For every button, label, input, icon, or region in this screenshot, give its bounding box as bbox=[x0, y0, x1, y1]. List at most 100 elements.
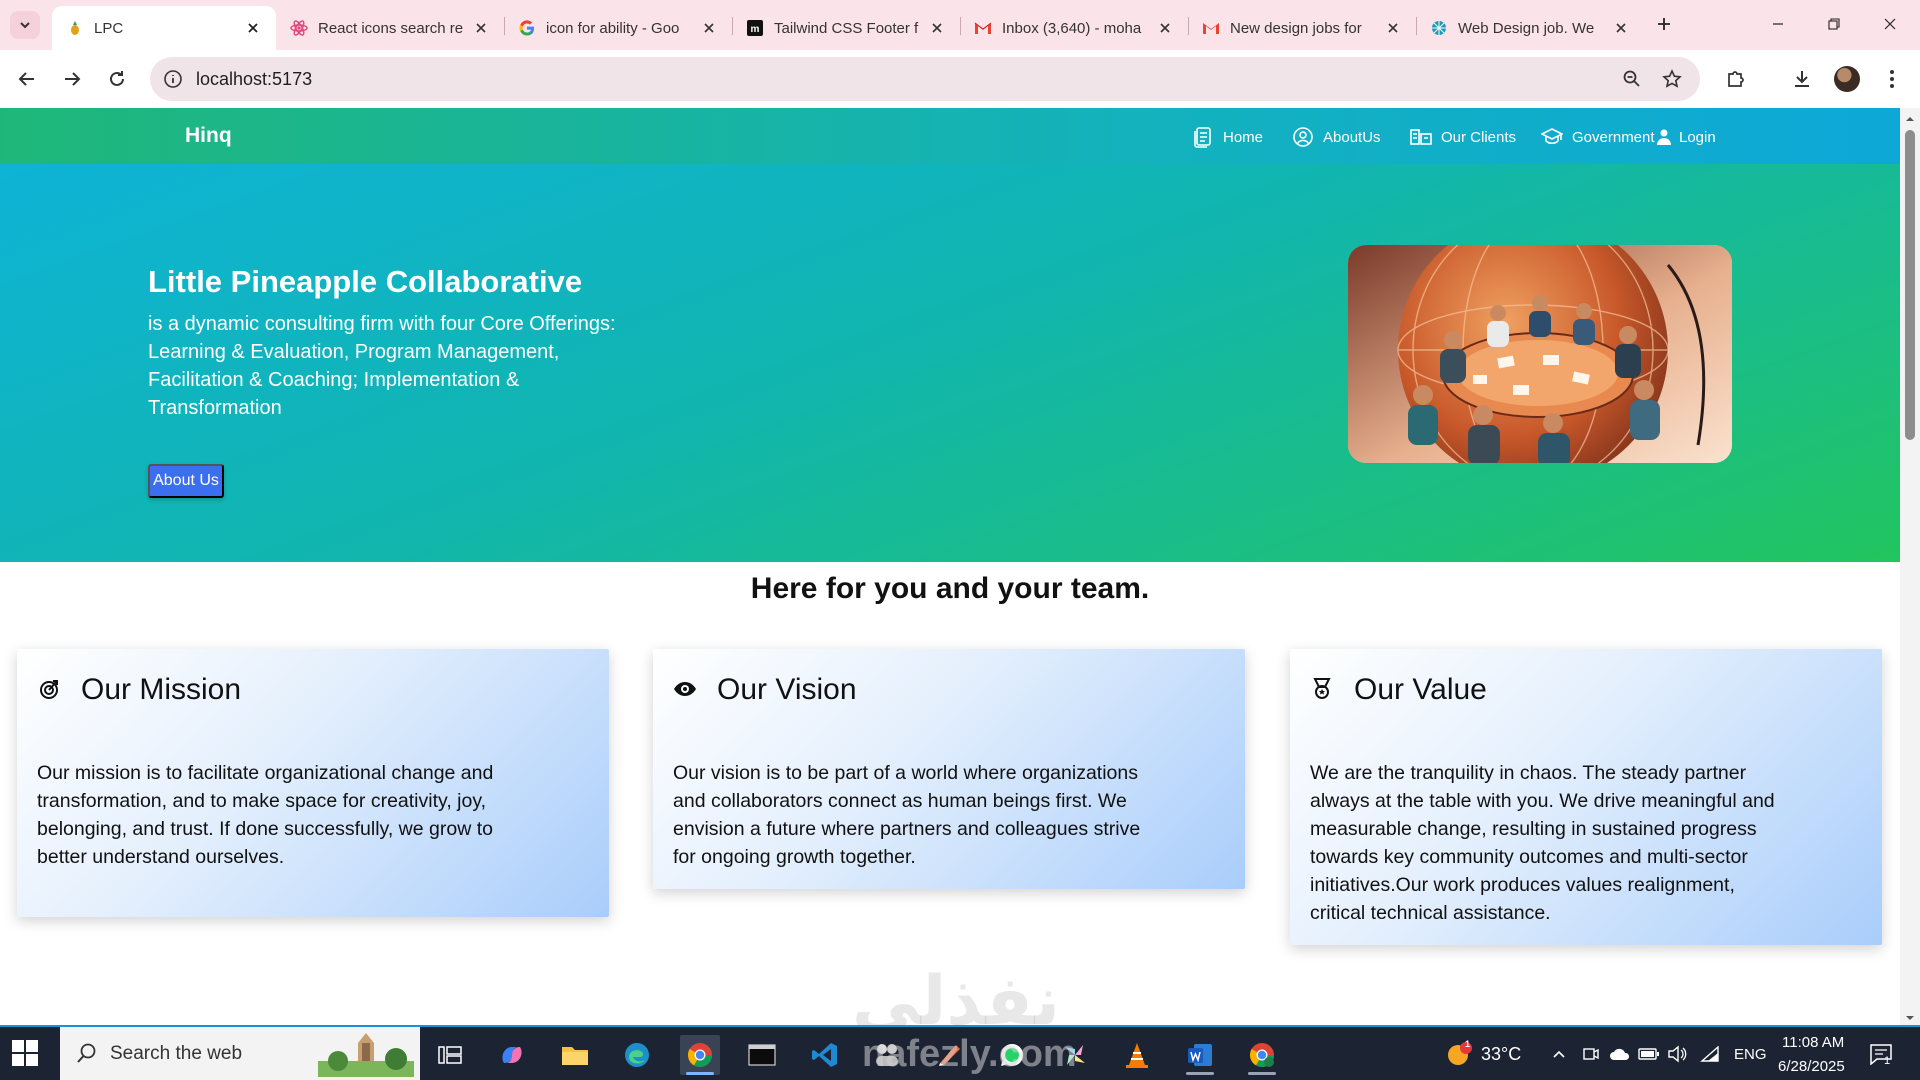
start-button[interactable] bbox=[12, 1040, 38, 1066]
vscode-app[interactable] bbox=[805, 1035, 845, 1075]
profile-button[interactable] bbox=[1831, 63, 1863, 95]
forward-button[interactable] bbox=[56, 63, 88, 95]
copilot-app[interactable] bbox=[492, 1035, 532, 1075]
zoom-icon[interactable] bbox=[1620, 67, 1644, 91]
minimize-button[interactable] bbox=[1756, 8, 1800, 40]
clock-time[interactable]: 11:08 AM bbox=[1782, 1034, 1844, 1051]
eye-icon bbox=[673, 677, 697, 701]
site-info-icon[interactable] bbox=[162, 68, 184, 90]
traffic-cone-icon bbox=[1126, 1043, 1148, 1068]
close-tab-icon[interactable] bbox=[928, 19, 946, 37]
chrome-profile-app[interactable] bbox=[1242, 1035, 1282, 1075]
graduation-cap-icon bbox=[1541, 126, 1563, 148]
arrow-right-icon bbox=[65, 72, 81, 86]
bookmark-star-icon[interactable] bbox=[1660, 67, 1684, 91]
back-button[interactable] bbox=[11, 63, 43, 95]
temperature[interactable]: 33°C bbox=[1481, 1044, 1521, 1065]
card-body: We are the tranquility in chaos. The ste… bbox=[1310, 762, 1775, 924]
address-bar[interactable]: localhost:5173 bbox=[150, 57, 1700, 101]
brand-logo[interactable]: Hinq bbox=[185, 124, 232, 148]
reload-icon bbox=[110, 71, 124, 86]
tab-tailwind-footer[interactable]: m Tailwind CSS Footer f bbox=[732, 6, 960, 50]
target-icon bbox=[37, 677, 61, 701]
scrollbar-thumb[interactable] bbox=[1905, 130, 1915, 440]
taskbar-search[interactable]: Search the web bbox=[60, 1027, 420, 1080]
word-app[interactable] bbox=[1180, 1035, 1220, 1075]
puzzle-icon bbox=[1728, 71, 1744, 87]
minimize-icon bbox=[1773, 23, 1783, 25]
page-scrollbar[interactable] bbox=[1900, 108, 1920, 1025]
gmail-favicon-icon bbox=[974, 19, 992, 37]
new-tab-button[interactable] bbox=[1652, 12, 1676, 36]
file-explorer-app[interactable] bbox=[555, 1035, 595, 1075]
downloads-button[interactable] bbox=[1786, 63, 1818, 95]
about-us-button[interactable]: About Us bbox=[148, 464, 224, 498]
card-title: Our Vision bbox=[717, 673, 857, 706]
scroll-down-icon[interactable] bbox=[1905, 1013, 1915, 1023]
chevron-up-icon bbox=[1553, 1050, 1565, 1058]
tab-lpc[interactable]: LPC bbox=[52, 6, 276, 50]
card-title: Our Mission bbox=[81, 673, 242, 706]
chrome-app[interactable] bbox=[680, 1035, 720, 1075]
user-circle-icon bbox=[1292, 126, 1314, 148]
tab-gmail-design-jobs[interactable]: New design jobs for bbox=[1188, 6, 1416, 50]
clients-icon bbox=[1410, 126, 1432, 148]
windows-logo-icon bbox=[12, 1040, 38, 1066]
document-icon bbox=[1192, 126, 1214, 148]
tab-web-design-job[interactable]: Web Design job. We bbox=[1416, 6, 1644, 50]
medium-favicon-icon: m bbox=[746, 19, 764, 37]
search-placeholder: Search the web bbox=[110, 1043, 243, 1064]
card-body: Our mission is to facilitate organizatio… bbox=[37, 762, 494, 868]
terminal-app[interactable] bbox=[742, 1035, 782, 1075]
nav-label: Login bbox=[1679, 128, 1716, 146]
language-indicator[interactable]: ENG bbox=[1734, 1046, 1767, 1063]
nav-item-home[interactable]: Home bbox=[1192, 125, 1263, 149]
hero-section: Little Pineapple Collaborative is a dyna… bbox=[0, 164, 1900, 562]
task-view-button[interactable] bbox=[430, 1035, 470, 1075]
tab-gmail-inbox[interactable]: Inbox (3,640) - moha bbox=[960, 6, 1188, 50]
nav-item-login[interactable]: Login bbox=[1656, 125, 1716, 149]
tab-title: icon for ability - Goo bbox=[546, 19, 680, 37]
clock-date[interactable]: 6/28/2025 bbox=[1778, 1058, 1845, 1075]
vlc-app[interactable] bbox=[1117, 1035, 1157, 1075]
close-window-button[interactable] bbox=[1868, 8, 1912, 40]
reload-button[interactable] bbox=[101, 63, 133, 95]
nav-label: Government bbox=[1572, 128, 1655, 146]
wifi-icon[interactable] bbox=[1699, 1043, 1721, 1065]
onedrive-cloud-icon[interactable] bbox=[1609, 1043, 1631, 1065]
site-navbar: Hinq Home AboutUs Our Clients Government bbox=[0, 108, 1900, 164]
search-icon bbox=[77, 1043, 96, 1063]
hero-subtitle: is a dynamic consulting firm with four C… bbox=[148, 313, 616, 419]
nav-item-our-clients[interactable]: Our Clients bbox=[1410, 125, 1516, 149]
react-icons-favicon-icon bbox=[290, 19, 308, 37]
restore-button[interactable] bbox=[1812, 8, 1856, 40]
close-tab-icon[interactable] bbox=[1612, 19, 1630, 37]
close-tab-icon[interactable] bbox=[1384, 19, 1402, 37]
browser-menu-button[interactable] bbox=[1876, 63, 1908, 95]
scroll-up-icon[interactable] bbox=[1905, 114, 1915, 124]
edge-icon bbox=[625, 1043, 649, 1067]
nav-item-government[interactable]: Government bbox=[1541, 125, 1655, 149]
tab-title: Inbox (3,640) - moha bbox=[1002, 19, 1142, 37]
vision-card: Our Vision Our vision is to be part of a… bbox=[653, 649, 1245, 889]
medal-icon bbox=[1310, 677, 1334, 701]
show-hidden-icons[interactable] bbox=[1548, 1043, 1570, 1065]
tab-search-button[interactable] bbox=[10, 11, 40, 39]
edge-app[interactable] bbox=[617, 1035, 657, 1075]
avatar bbox=[1834, 66, 1860, 92]
close-tab-icon[interactable] bbox=[472, 19, 490, 37]
meet-now-icon[interactable] bbox=[1580, 1043, 1602, 1065]
close-tab-icon[interactable] bbox=[700, 19, 718, 37]
volume-icon[interactable] bbox=[1666, 1043, 1688, 1065]
tab-google-search[interactable]: icon for ability - Goo bbox=[504, 6, 732, 50]
close-tab-icon[interactable] bbox=[1156, 19, 1174, 37]
extensions-button[interactable] bbox=[1720, 63, 1752, 95]
url-text[interactable]: localhost:5173 bbox=[196, 69, 312, 90]
word-icon bbox=[1188, 1044, 1212, 1066]
chrome-icon bbox=[1249, 1043, 1274, 1068]
card-title: Our Value bbox=[1354, 673, 1487, 706]
close-tab-icon[interactable] bbox=[244, 19, 262, 37]
nav-item-aboutus[interactable]: AboutUs bbox=[1292, 125, 1381, 149]
battery-icon[interactable] bbox=[1638, 1043, 1660, 1065]
tab-react-icons[interactable]: React icons search re bbox=[276, 6, 504, 50]
